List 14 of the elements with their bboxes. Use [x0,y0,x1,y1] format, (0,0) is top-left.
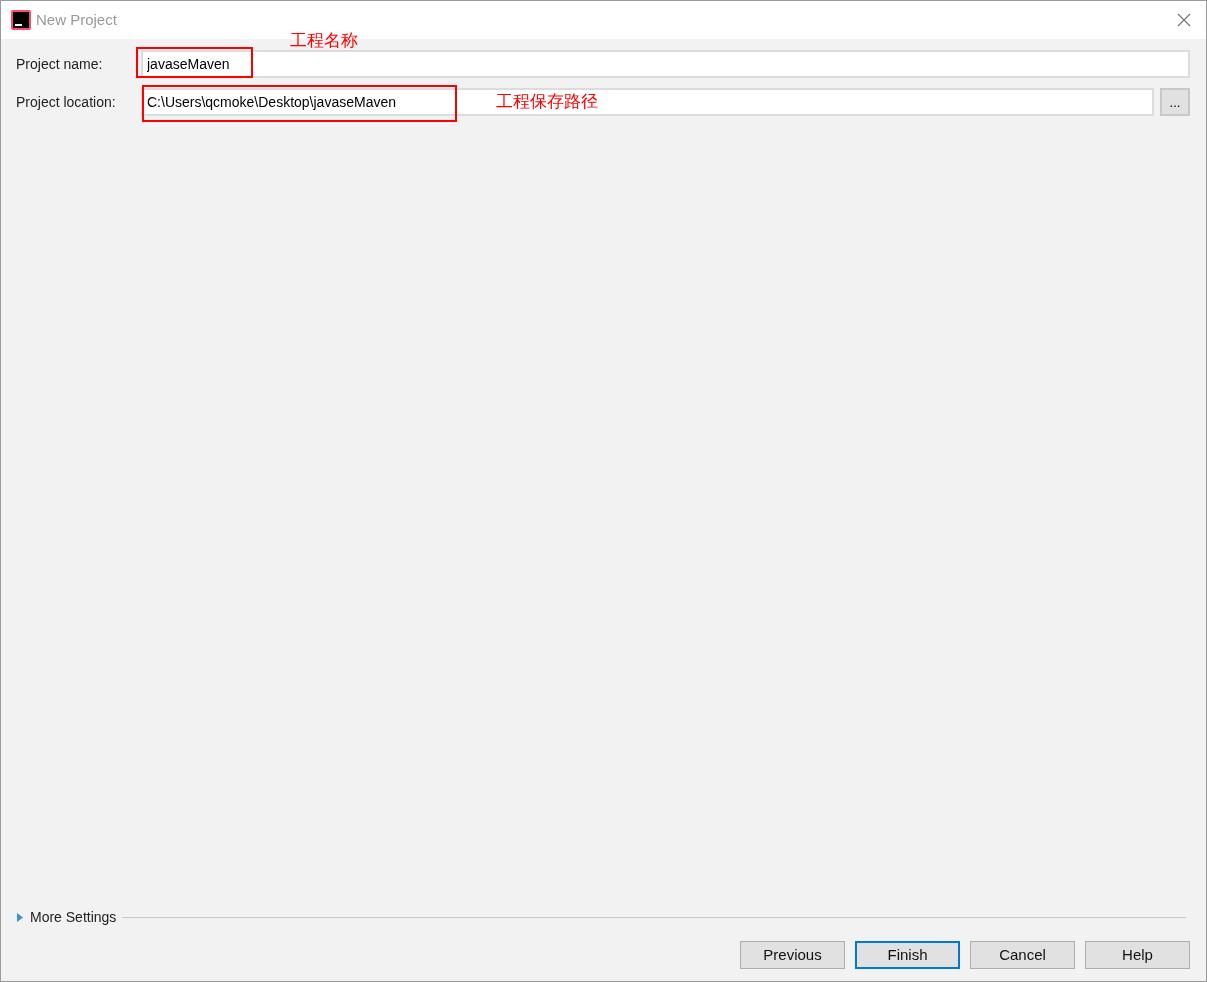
dialog-button[interactable]: Cancel [970,941,1075,969]
field-label: Project name: [16,54,104,74]
text-field[interactable]: javaseMaven [141,50,1190,78]
close-icon[interactable] [1177,13,1191,27]
window-title: New Project [36,9,117,30]
annotation-text: 工程保存路径 [496,90,598,113]
dialog-button[interactable]: Previous [740,941,845,969]
app-icon [11,10,31,30]
more-settings-toggle[interactable]: More Settings [17,907,117,928]
browse-button[interactable]: ... [1160,88,1190,116]
dialog-button[interactable]: Help [1085,941,1190,969]
field-label: Project location: [16,92,117,112]
annotation-text: 工程名称 [290,32,358,49]
dialog-button[interactable]: Finish [855,941,960,969]
